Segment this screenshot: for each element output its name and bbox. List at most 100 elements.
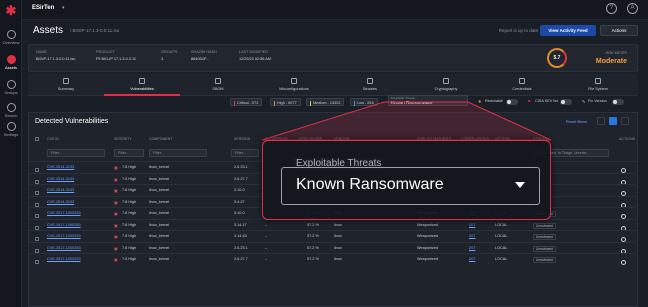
correlations-link[interactable]: 207 [469,234,475,238]
exploitable-threats-callout: Exploitable Threats Known Ransomware [262,140,551,220]
filter-high[interactable]: High - 6077 [270,98,301,106]
cve-link[interactable]: CVE-2017-1000253 [47,246,81,250]
vector-value: LOCAL [495,257,508,261]
avatar[interactable]: A [627,3,638,14]
help-icon[interactable]: ? [606,3,617,14]
exploitable-threats-dropdown[interactable]: Known Ransomware [281,167,540,205]
component-filter-input[interactable]: Filter... [149,149,207,157]
table-row[interactable]: CVE-2017-1000253 ▣ 7.8 High linux_kernel 2.6… [29,241,637,254]
severity-value: 7.8 High [122,176,137,181]
status-badge[interactable]: Unreviewed [533,222,556,229]
table-row[interactable]: CVE-2017-1000253 ▣ 7.8 High linux_kernel 3.1… [29,218,637,231]
version-value: 3.14.43 [234,234,247,238]
status-badge[interactable]: Unreviewed [533,245,556,252]
filter-icon[interactable] [609,117,617,125]
cve-link[interactable]: CVE-2014-3153 [47,165,74,169]
table-row[interactable]: CVE-2017-1000253 ▣ 7.8 High linux_kernel 3.1… [29,230,637,242]
cve-link[interactable]: CVE-2014-3153 [47,188,74,192]
filter-medium[interactable]: Medium - 13302 [306,98,345,106]
vendor-value: linux [334,245,342,250]
version-filter-input[interactable]: Filter... [231,149,259,157]
fix-version-value: – [265,222,268,227]
view-activity-feed-button[interactable]: View Activity Feed [540,25,596,36]
filter-critical[interactable]: Critical - 572 [230,98,263,106]
version-value: 3.10.0 [234,211,245,215]
sidebar-item-overview[interactable]: Overview [0,30,22,45]
status-badge[interactable]: Unreviewed [533,234,556,240]
tab-file-system[interactable]: File System [560,74,636,96]
sidebar-item-groups[interactable]: Groups [0,80,22,95]
sidebar-item-settings[interactable]: Settings [0,122,22,137]
col-severity[interactable]: SEVERITY [114,137,132,141]
misconfig-icon [291,78,297,84]
key-icon [519,78,525,84]
component-name: linux_kernel [149,211,170,215]
version-value: 3.4.27 [234,199,245,204]
select-all-checkbox[interactable] [35,137,39,142]
fix-toggle[interactable] [612,99,624,105]
reachable-toggle[interactable] [506,99,518,105]
severity-icon: ▣ [114,235,118,239]
filter-low[interactable]: Low - 815 [350,98,378,106]
cve-link[interactable]: CVE-2017-1000253 [47,223,81,227]
export-icon[interactable] [597,117,605,125]
cve-link[interactable]: CVE-2014-3153 [47,200,74,204]
tab-cryptography[interactable]: Cryptography [408,74,484,96]
tab-vulnerabilities[interactable]: Vulnerabilities [104,74,180,96]
cve-link[interactable]: CVE-2014-3153 [47,177,74,181]
severity-icon: ▣ [114,166,118,170]
severity-filter-input[interactable]: Filter... [114,149,144,157]
correlations-link[interactable]: 207 [469,246,475,250]
sidebar-item-label: Assets [4,65,17,70]
tab-binaries[interactable]: Binaries [332,74,408,96]
fix-version-value: – [265,245,268,250]
severity-icon: ▣ [114,258,118,262]
col-version[interactable]: VERSION [234,137,250,141]
component-name: linux_kernel [149,199,170,204]
sidebar-item-search[interactable]: Search [0,103,22,118]
reachable-label: Reachable [485,99,504,103]
tab-misconfigurations[interactable]: Misconfigurations [256,74,332,96]
cve-link[interactable]: CVE-2017-1000253 [47,211,81,215]
cve-link[interactable]: CVE-2017-1000253 [47,257,81,261]
actions-button[interactable]: Actions [600,25,638,36]
cisa-toggle[interactable] [560,99,572,105]
tab-credentials[interactable]: Credentials [484,74,560,96]
risk-label: RISK METER [605,51,627,55]
meta-groups: GROUPS 3 [161,50,178,61]
crypto-icon [443,78,449,84]
exploit-maturity-value: Weaponized [417,234,439,238]
groups-icon [6,80,16,89]
severity-value: 7.8 High [122,188,137,192]
status-badge[interactable]: Unreviewed [533,257,556,263]
exploitable-threats-select[interactable]: Exploitable Threats Known Ransomware [388,95,468,106]
reset-filters-link[interactable]: Reset filters [566,119,587,124]
version-value: 2.6.27.7 [234,257,248,261]
tab-summary[interactable]: Summary [28,74,104,96]
caret-down-icon[interactable] [515,182,525,188]
sbom-icon [215,78,221,84]
cve-filter-input[interactable]: Filter... [47,149,105,157]
org-name[interactable]: ESirTen [32,5,54,11]
columns-icon[interactable] [621,117,629,125]
fix-version-value: – [265,257,268,261]
cisa-label: CISA KEV list [535,99,558,103]
sidebar-item-label: Settings [3,132,19,137]
callout-value: Known Ransomware [296,176,444,193]
table-row[interactable]: CVE-2017-1000253 ▣ 7.8 High linux_kernel 2.6… [29,253,637,265]
sidebar-item-label: Search [4,113,18,118]
exploit-maturity-value: Weaponized [417,222,439,227]
correlations-link[interactable]: 207 [469,223,475,227]
logo-icon[interactable]: ✱ [4,4,18,18]
tab-sbom[interactable]: SBOM [180,74,256,96]
col-cve-id[interactable]: CVE ID [47,137,59,141]
component-name: linux_kernel [149,222,170,227]
correlations-link[interactable]: 207 [469,257,475,261]
sidebar-item-assets[interactable]: Assets [0,55,22,70]
col-component[interactable]: COMPONENT [149,137,172,141]
version-value: 2.6.27.7 [234,176,248,181]
severity-icon: ▣ [114,200,118,205]
chevron-down-icon[interactable]: ▾ [62,5,65,11]
cve-link[interactable]: CVE-2017-1000253 [47,234,81,238]
version-value: 2.6.23.1 [234,165,248,169]
